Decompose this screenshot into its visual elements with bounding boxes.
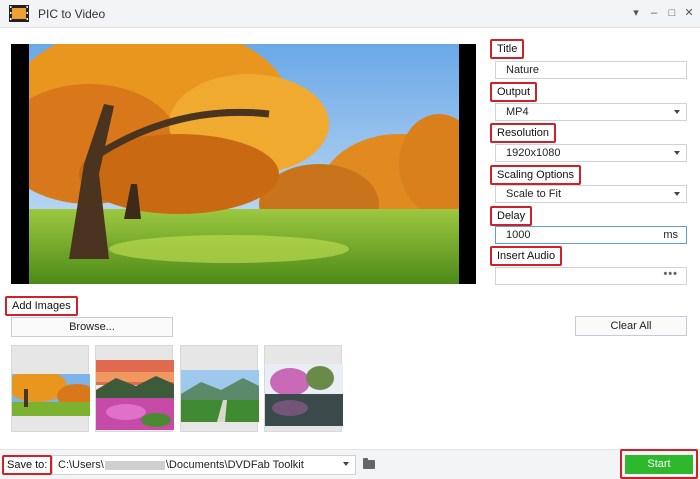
title-label: Title: [490, 39, 525, 59]
output-select[interactable]: MP4: [495, 103, 687, 121]
title-input[interactable]: Nature: [495, 61, 687, 79]
resolution-select[interactable]: 1920x1080: [495, 144, 687, 162]
thumbnail-autumn-park[interactable]: [11, 345, 90, 432]
thumbnail-cherry-pond[interactable]: [264, 345, 343, 432]
path-prefix: C:\Users\: [58, 459, 104, 471]
audio-file-field[interactable]: •••: [495, 267, 687, 285]
output-label: Output: [490, 82, 538, 102]
sunset-flowers-thumbnail-image: [96, 360, 174, 430]
redacted-username: [104, 460, 165, 470]
insert-audio-label: Insert Audio: [490, 246, 563, 266]
maximize-icon[interactable]: □: [665, 5, 679, 21]
delay-input[interactable]: 1000 ms: [495, 226, 687, 244]
delay-unit: ms: [663, 229, 678, 241]
window-title: PIC to Video: [38, 7, 106, 21]
autumn-park-preview-image: [29, 44, 459, 284]
minimize-icon[interactable]: –: [647, 5, 661, 21]
path-suffix: \Documents\DVDFab Toolkit: [165, 459, 304, 471]
resolution-label: Resolution: [490, 123, 556, 143]
browse-button[interactable]: Browse...: [11, 317, 173, 337]
delay-value: 1000: [506, 229, 531, 241]
save-to-label: Save to:: [2, 455, 53, 475]
audio-browse-button[interactable]: •••: [663, 266, 678, 282]
thumbnail-mountain-path[interactable]: [180, 345, 259, 432]
dropdown-icon[interactable]: ▾: [629, 5, 643, 21]
title-bar: PIC to Video ▾ – □ ✕: [0, 0, 700, 28]
cherry-pond-thumbnail-image: [265, 364, 343, 426]
start-button[interactable]: Start: [625, 455, 693, 474]
chevron-down-icon[interactable]: [343, 462, 349, 466]
mountain-path-thumbnail-image: [181, 370, 259, 422]
image-preview: [11, 44, 476, 284]
scaling-options-select[interactable]: Scale to Fit: [495, 185, 687, 203]
autumn-park-thumbnail-image: [12, 374, 90, 416]
scaling-options-label: Scaling Options: [490, 165, 582, 185]
thumbnail-sunset-flowers[interactable]: [95, 345, 174, 432]
delay-label: Delay: [490, 206, 533, 226]
film-app-icon: [9, 5, 29, 22]
clear-all-button[interactable]: Clear All: [575, 316, 687, 336]
close-icon[interactable]: ✕: [682, 5, 696, 21]
output-path-select[interactable]: C:\Users\ \Documents\DVDFab Toolkit: [52, 455, 356, 475]
folder-icon[interactable]: [363, 458, 375, 469]
add-images-label: Add Images: [5, 296, 78, 316]
